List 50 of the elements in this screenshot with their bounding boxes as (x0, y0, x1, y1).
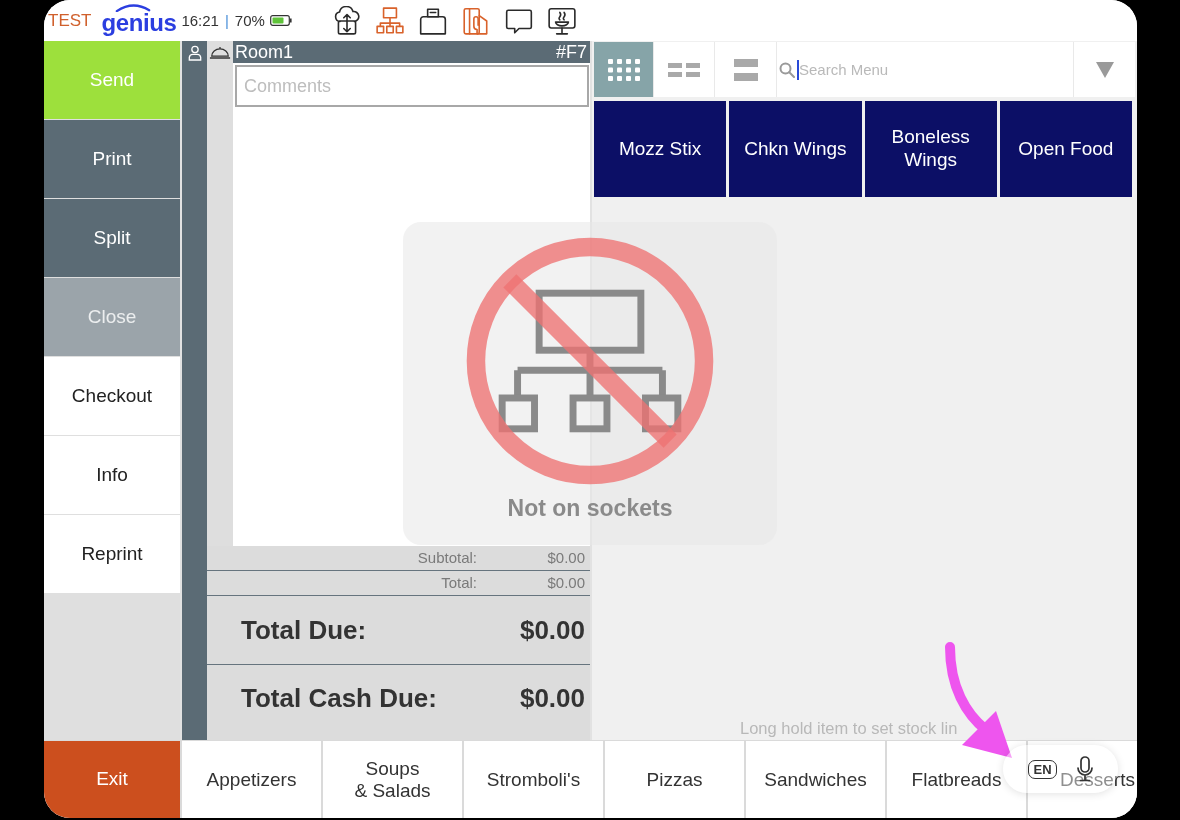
clock-time: 16:21 (181, 13, 219, 28)
battery-icon (269, 15, 292, 26)
total-label: Total Due: (241, 613, 367, 647)
action-button[interactable]: Split (44, 199, 180, 277)
status-message: Not on sockets (507, 496, 673, 522)
view-mode-button[interactable] (594, 42, 653, 97)
battery-percent: 70% (234, 13, 265, 28)
menu-item-button[interactable]: Mozz Stix (594, 101, 727, 197)
total-value: $0.00 (519, 613, 585, 647)
brand-logo: genius (101, 10, 177, 35)
action-button[interactable]: Checkout (44, 357, 180, 435)
language-button[interactable]: EN (1028, 759, 1057, 779)
grid-view-icon (607, 58, 640, 81)
action-button[interactable]: Reprint (44, 515, 180, 593)
category-tab[interactable]: Soups & Salads (323, 741, 462, 818)
monitor-icon[interactable] (546, 5, 577, 36)
category-tab[interactable]: Sandwiches (746, 741, 885, 818)
menu-item-button[interactable]: Boneless Wings (864, 101, 997, 197)
list-view-icon (733, 58, 758, 81)
two-column-view-icon (668, 62, 700, 77)
search-field[interactable]: Search Menu (777, 42, 1073, 97)
category-tab[interactable]: Pizzas (605, 741, 744, 818)
separator: | (224, 13, 229, 28)
room-name: Room1 (235, 43, 294, 61)
total-value: $0.00 (547, 572, 586, 593)
exit-button[interactable]: Exit (44, 741, 180, 818)
hint-text: Long hold item to set stock lin (740, 718, 958, 737)
action-button[interactable]: Info (44, 436, 180, 514)
search-icon (779, 61, 795, 78)
caret-icon (1095, 61, 1114, 78)
total-label: Subtotal: (417, 547, 477, 568)
menu-item-button[interactable]: Chkn Wings (729, 101, 862, 197)
printer-icon[interactable] (417, 5, 448, 36)
total-label: Total: (441, 572, 477, 593)
serving-dome-icon[interactable] (209, 45, 231, 60)
card-reader-icon[interactable] (460, 5, 491, 36)
total-label: Total Cash Due: (241, 682, 437, 715)
action-button[interactable]: Print (44, 120, 180, 198)
environment-label: TEST (48, 12, 92, 29)
person-icon[interactable] (187, 45, 202, 61)
check-number: #F7 (555, 43, 587, 61)
network-icon[interactable] (374, 5, 405, 36)
category-tab[interactable]: Flatbreads (887, 741, 1026, 818)
total-value: $0.00 (547, 547, 586, 568)
category-tab[interactable]: Stromboli's (464, 741, 603, 818)
menu-item-button[interactable]: Open Food (999, 101, 1132, 197)
total-value: $0.00 (519, 682, 585, 715)
comments-field[interactable]: Comments (235, 65, 589, 107)
category-tab[interactable]: Appetizers (182, 741, 321, 818)
dropdown-button[interactable] (1074, 42, 1135, 97)
